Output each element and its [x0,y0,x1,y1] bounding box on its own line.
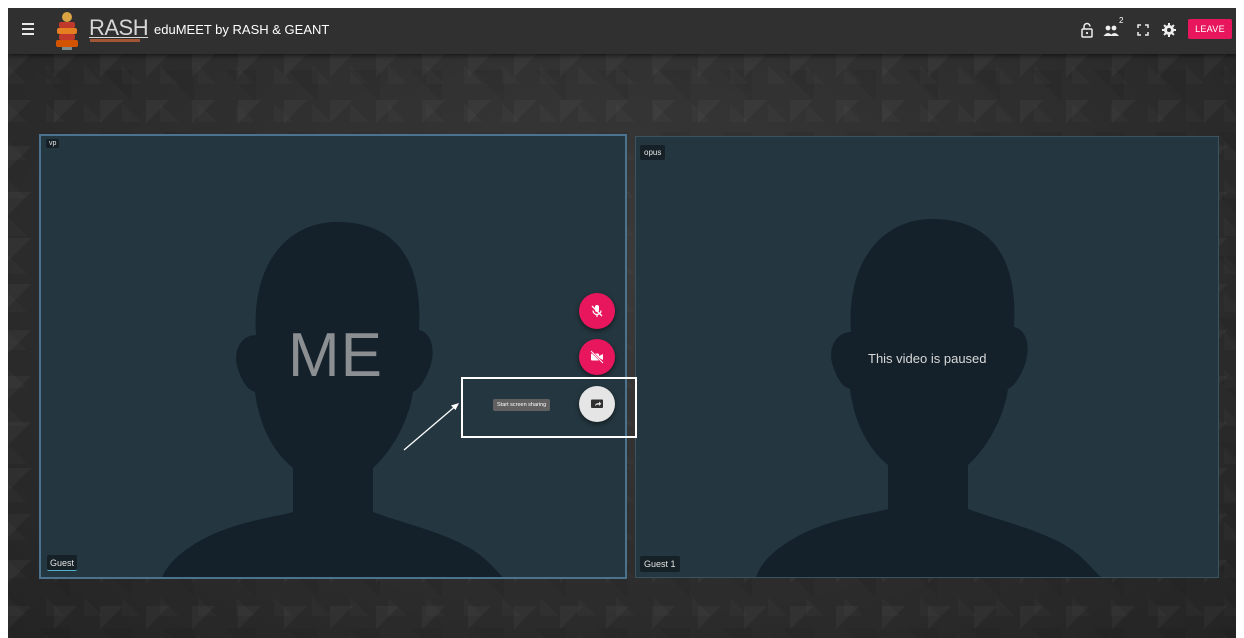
codec-tag: opus [640,145,666,160]
participants-icon[interactable] [1102,21,1120,39]
me-label: ME [288,321,383,390]
local-video-tile: vp ME Guest [39,134,627,579]
room-title: eduMEET by RASH & GEANT [154,22,330,37]
codec-tag: vp [46,139,60,148]
leave-button[interactable]: LEAVE [1188,19,1232,39]
brand-name: RASH [89,15,149,40]
fullscreen-icon[interactable] [1134,21,1152,39]
stop-video-button[interactable] [579,339,615,375]
peer-name-label: Guest 1 [640,556,680,572]
peer-video-tile: opus This video is paused Guest 1 [635,136,1219,578]
brand-underline [90,39,140,42]
app-frame: RASH eduMEET by RASH & GEANT 2 LEAVE vp … [8,8,1236,638]
mute-mic-button[interactable] [579,293,615,329]
highlight-box [461,377,637,438]
avatar-silhouette [756,218,1102,577]
video-paused-label: This video is paused [868,351,987,366]
videocam-off-icon [590,350,604,364]
participant-count-badge: 2 [1119,16,1124,25]
settings-icon[interactable] [1160,21,1178,39]
menu-icon[interactable] [22,23,38,37]
mic-off-icon [591,305,603,317]
display-name-field[interactable]: Guest [47,555,78,571]
top-app-bar: RASH eduMEET by RASH & GEANT 2 LEAVE [8,8,1236,54]
annotation-arrow-icon [403,403,459,451]
lock-icon[interactable] [1078,21,1096,39]
logo-icon [56,12,78,50]
